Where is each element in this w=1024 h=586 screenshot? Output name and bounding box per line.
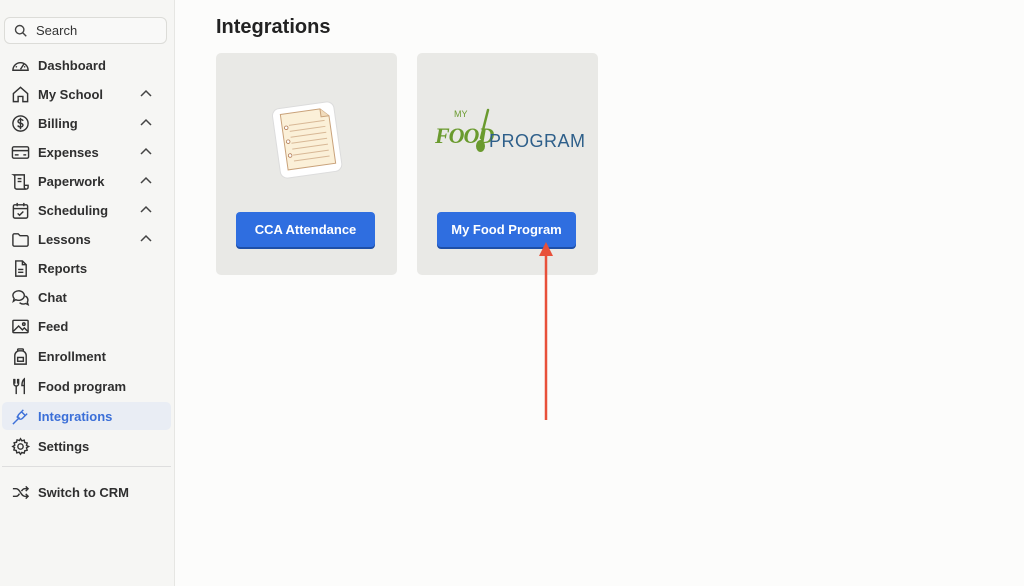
scroll-icon — [10, 171, 30, 191]
sidebar-item-expenses[interactable]: Expenses — [2, 138, 171, 166]
dashboard-gauge-icon — [10, 55, 30, 75]
search-input[interactable]: Search — [4, 17, 167, 44]
sidebar-item-label: My School — [38, 86, 104, 102]
sidebar-item-reports[interactable]: Reports — [2, 254, 171, 282]
cca-attendance-button[interactable]: CCA Attendance — [236, 212, 375, 247]
sidebar-item-paperwork[interactable]: Paperwork — [2, 167, 171, 195]
chevron-up-icon[interactable] — [139, 232, 153, 246]
sidebar-item-label: Food program — [38, 378, 127, 394]
sidebar-item-chat[interactable]: Chat — [2, 283, 171, 311]
sidebar-item-label: Settings — [38, 438, 90, 454]
sidebar-item-label: Scheduling — [38, 202, 109, 218]
page-title: Integrations — [216, 16, 331, 38]
folder-icon — [10, 229, 30, 249]
chat-icon — [10, 287, 30, 307]
sidebar-item-integrations[interactable]: Integrations — [2, 402, 171, 430]
sidebar-item-food-program[interactable]: Food program — [2, 372, 171, 400]
fork-knife-icon — [10, 376, 30, 396]
sidebar-item-label: Reports — [38, 260, 88, 276]
notepad-icon — [271, 101, 343, 179]
sidebar-item-label: Integrations — [38, 408, 113, 424]
backpack-icon — [10, 346, 30, 366]
sidebar-item-label: Expenses — [38, 144, 99, 160]
sidebar-item-label: Dashboard — [38, 57, 106, 73]
sidebar-item-my-school[interactable]: My School — [2, 80, 171, 108]
chevron-up-icon[interactable] — [139, 203, 153, 217]
sidebar-item-label: Chat — [38, 289, 67, 305]
sidebar-item-scheduling[interactable]: Scheduling — [2, 196, 171, 224]
chevron-up-icon[interactable] — [139, 116, 153, 130]
integration-card-my-food-program: MY FOOD PROGRAM My Food Program — [417, 53, 598, 275]
gear-icon — [10, 436, 30, 456]
my-food-program-logo: MY FOOD PROGRAM — [435, 107, 593, 157]
switch-to-crm-label: Switch to CRM — [38, 484, 129, 500]
sidebar-item-lessons[interactable]: Lessons — [2, 225, 171, 253]
chevron-up-icon[interactable] — [139, 174, 153, 188]
calendar-check-icon — [10, 200, 30, 220]
search-icon — [14, 24, 27, 37]
sidebar-item-label: Feed — [38, 318, 69, 334]
sidebar-item-billing[interactable]: Billing — [2, 109, 171, 137]
switch-to-crm-button[interactable]: Switch to CRM — [2, 478, 171, 506]
logo-program-text: PROGRAM — [489, 131, 586, 151]
sidebar-item-enrollment[interactable]: Enrollment — [2, 342, 171, 370]
image-icon — [10, 316, 30, 336]
search-placeholder: Search — [36, 23, 78, 38]
logo-food-text: FOOD — [435, 123, 494, 148]
sidebar: Search Dashboard My School Billing Expen… — [0, 0, 175, 586]
sidebar-divider — [2, 466, 171, 467]
chevron-up-icon[interactable] — [139, 87, 153, 101]
plug-icon — [10, 406, 30, 426]
sidebar-item-settings[interactable]: Settings — [2, 432, 171, 460]
chevron-up-icon[interactable] — [139, 145, 153, 159]
sidebar-item-label: Billing — [38, 115, 78, 131]
annotation-arrow-up — [539, 242, 553, 420]
shuffle-icon — [10, 482, 30, 502]
sidebar-item-dashboard[interactable]: Dashboard — [2, 51, 171, 79]
credit-card-icon — [10, 142, 30, 162]
document-icon — [10, 258, 30, 278]
sidebar-item-label: Lessons — [38, 231, 91, 247]
sidebar-item-label: Enrollment — [38, 348, 106, 364]
home-icon — [10, 84, 30, 104]
logo-my-text: MY — [454, 109, 468, 119]
sidebar-item-feed[interactable]: Feed — [2, 312, 171, 340]
dollar-icon — [10, 113, 30, 133]
sidebar-item-label: Paperwork — [38, 173, 105, 189]
integration-card-cca-attendance: CCA Attendance — [216, 53, 397, 275]
